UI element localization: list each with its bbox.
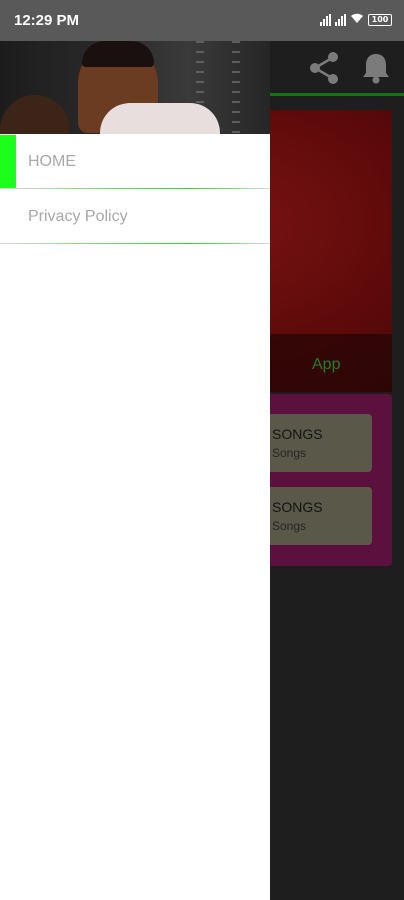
battery-icon: 100: [368, 13, 392, 26]
drawer-item-label: HOME: [28, 153, 76, 170]
status-bar: 12:29 PM 100: [0, 0, 404, 41]
navigation-drawer: HOME Privacy Policy: [0, 41, 270, 900]
drawer-item-privacy-policy[interactable]: Privacy Policy: [0, 190, 270, 244]
active-indicator: [0, 135, 16, 189]
wifi-icon: [350, 12, 364, 27]
stage-truss: [232, 41, 240, 134]
drawer-header-shirt: [100, 103, 220, 134]
status-icons: 100: [320, 12, 392, 27]
drawer-header-shoulder: [0, 95, 70, 134]
divider: [0, 188, 270, 189]
divider: [0, 243, 270, 244]
drawer-header-hair: [82, 41, 154, 67]
status-time: 12:29 PM: [14, 12, 80, 29]
drawer-header-image: [0, 41, 270, 134]
drawer-item-label: Privacy Policy: [28, 208, 128, 225]
signal-icon: [320, 13, 331, 26]
drawer-item-home[interactable]: HOME: [0, 135, 270, 189]
signal-icon: [335, 13, 346, 26]
